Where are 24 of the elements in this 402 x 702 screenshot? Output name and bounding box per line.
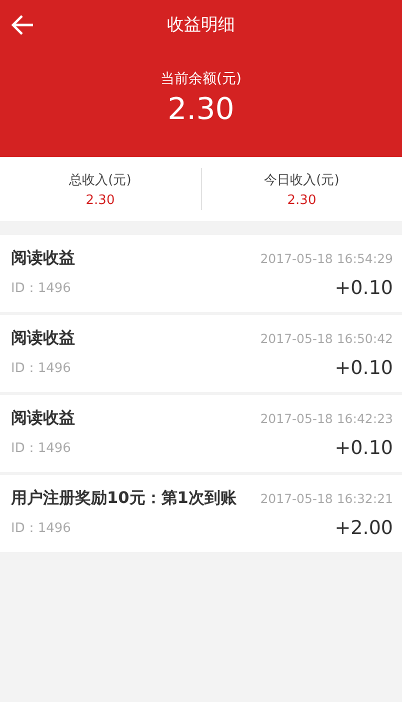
summary-value: 2.30 — [287, 192, 316, 208]
record-amount: +0.10 — [334, 437, 393, 459]
summary-value: 2.30 — [86, 192, 115, 208]
record-title: 阅读收益 — [11, 248, 75, 269]
record-title: 用户注册奖励10元：第1次到账 — [11, 488, 236, 509]
record-time: 2017-05-18 16:32:21 — [260, 491, 393, 506]
back-arrow-icon — [11, 14, 35, 36]
record-time: 2017-05-18 16:42:23 — [260, 411, 393, 426]
balance-amount: 2.30 — [168, 92, 234, 127]
summary-label: 总收入(元) — [69, 172, 132, 188]
record-time: 2017-05-18 16:50:42 — [260, 331, 393, 346]
record-amount: +0.10 — [334, 277, 393, 299]
record-id: ID：1496 — [11, 440, 71, 457]
page-title: 收益明细 — [167, 14, 235, 36]
record-id: ID：1496 — [11, 360, 71, 377]
record-amount: +2.00 — [334, 517, 393, 539]
record-amount: +0.10 — [334, 357, 393, 379]
balance-label: 当前余额(元) — [160, 70, 242, 88]
record-title: 阅读收益 — [11, 408, 75, 429]
summary-label: 今日收入(元) — [264, 172, 340, 188]
record-time: 2017-05-18 16:54:29 — [260, 251, 393, 266]
record-id: ID：1496 — [11, 280, 71, 297]
record-id: ID：1496 — [11, 520, 71, 537]
record-title: 阅读收益 — [11, 328, 75, 349]
